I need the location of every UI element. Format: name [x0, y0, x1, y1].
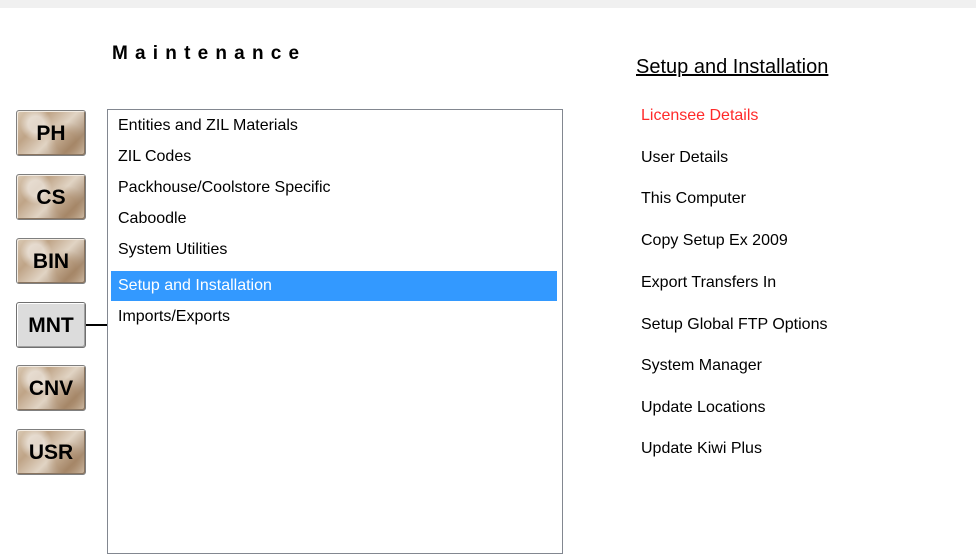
active-module-connector	[86, 324, 108, 326]
menu-link-update-locations[interactable]: Update Locations	[641, 398, 766, 418]
menu-link-user-details[interactable]: User Details	[641, 148, 728, 168]
list-item[interactable]: Entities and ZIL Materials	[111, 115, 557, 145]
maintenance-window: Maintenance PH CS BIN MNT CNV USR Entiti…	[0, 0, 976, 554]
module-button-cnv[interactable]: CNV	[16, 365, 86, 411]
list-item[interactable]: ZIL Codes	[111, 146, 557, 176]
module-button-label: MNT	[28, 313, 74, 337]
list-item[interactable]: Packhouse/Coolstore Specific	[111, 177, 557, 207]
module-button-ph[interactable]: PH	[16, 110, 86, 156]
module-button-label: USR	[28, 440, 74, 464]
menu-title: Setup and Installation	[636, 56, 829, 78]
menu-link-copy-setup[interactable]: Copy Setup Ex 2009	[641, 231, 788, 251]
module-button-bin[interactable]: BIN	[16, 238, 86, 284]
top-strip	[0, 0, 976, 8]
module-button-cs[interactable]: CS	[16, 174, 86, 220]
menu-link-licensee-details[interactable]: Licensee Details	[641, 106, 758, 126]
module-button-label: BIN	[32, 249, 70, 273]
menu-link-export-transfers-in[interactable]: Export Transfers In	[641, 273, 776, 293]
module-button-label: CS	[36, 185, 66, 209]
module-button-usr[interactable]: USR	[16, 429, 86, 475]
module-button-mnt[interactable]: MNT	[16, 302, 86, 348]
list-item[interactable]: Imports/Exports	[111, 306, 557, 336]
section-title: Maintenance	[112, 43, 307, 64]
module-button-label: PH	[36, 121, 66, 145]
category-list[interactable]: Entities and ZIL Materials ZIL Codes Pac…	[107, 109, 563, 554]
menu-link-this-computer[interactable]: This Computer	[641, 189, 746, 209]
menu-link-update-kiwi-plus[interactable]: Update Kiwi Plus	[641, 439, 762, 459]
menu-link-system-manager[interactable]: System Manager	[641, 356, 762, 376]
menu-link-setup-global-ftp[interactable]: Setup Global FTP Options	[641, 315, 827, 335]
list-item[interactable]: Caboodle	[111, 208, 557, 238]
module-button-label: CNV	[28, 376, 74, 400]
list-item-selected[interactable]: Setup and Installation	[111, 271, 557, 301]
list-item[interactable]: System Utilities	[111, 239, 557, 269]
